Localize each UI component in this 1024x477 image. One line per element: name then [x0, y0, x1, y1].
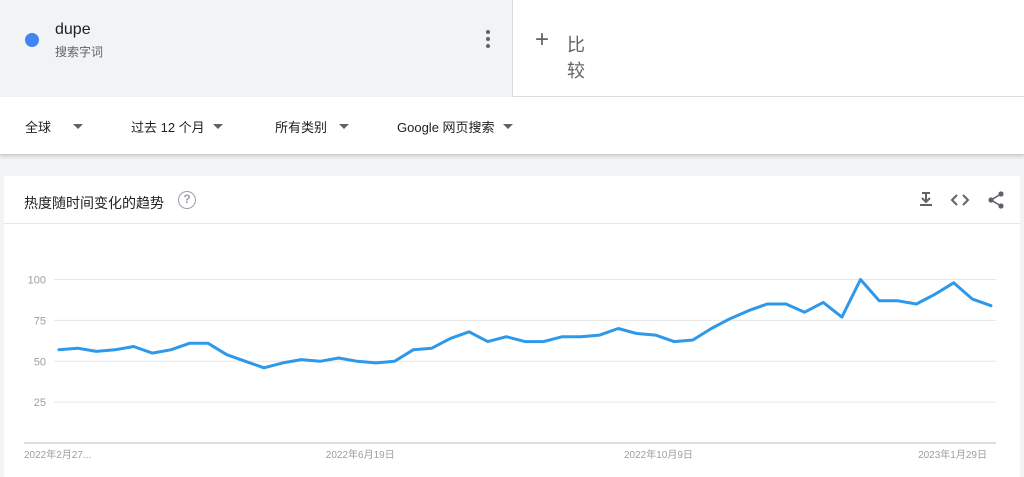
trend-chart[interactable]: 25 50 75 100 2022年2月27... 2022年6月19日 2022年10月… — [4, 224, 1020, 477]
compare-button[interactable]: + 比较 — [513, 0, 1024, 96]
trend-line-dupe — [57, 278, 993, 370]
embed-icon[interactable] — [950, 190, 970, 210]
region-dropdown[interactable]: 全球 — [25, 117, 84, 136]
search-terms-bar: dupe 搜索字词 + 比较 — [0, 0, 1024, 97]
caret-down-icon — [212, 124, 223, 129]
search-type-dropdown-label: Google 网页搜索 — [397, 120, 495, 135]
y-tick-label: 75 — [34, 315, 46, 327]
time-range-dropdown-label: 过去 12 个月 — [131, 120, 205, 135]
caret-down-icon — [73, 124, 84, 129]
caret-down-icon — [502, 124, 513, 129]
panel-header: 热度随时间变化的趋势 ? — [4, 176, 1020, 224]
x-tick-label: 2022年10月9日 — [624, 448, 693, 461]
time-range-dropdown[interactable]: 过去 12 个月 — [131, 117, 223, 136]
x-tick-label: 2022年2月27... — [24, 448, 91, 461]
category-dropdown[interactable]: 所有类别 — [275, 117, 350, 136]
download-icon[interactable] — [916, 190, 936, 210]
x-tick-label: 2023年1月29日 — [918, 448, 987, 461]
caret-down-icon — [339, 124, 350, 129]
share-icon[interactable] — [986, 190, 1006, 210]
search-type-dropdown[interactable]: Google 网页搜索 — [397, 117, 513, 136]
category-dropdown-label: 所有类别 — [275, 120, 328, 135]
y-tick-label: 100 — [28, 275, 46, 287]
y-tick-label: 50 — [34, 356, 46, 368]
plus-icon: + — [535, 26, 550, 53]
region-dropdown-label: 全球 — [25, 120, 52, 135]
y-tick-label: 25 — [34, 397, 46, 409]
x-tick-label: 2022年6月19日 — [326, 448, 395, 461]
panel-title: 热度随时间变化的趋势 — [24, 195, 164, 211]
help-icon[interactable]: ? — [178, 191, 196, 209]
filter-bar: 全球 过去 12 个月 所有类别 Google 网页搜索 — [0, 97, 1024, 155]
compare-label: 比较 — [567, 35, 585, 81]
interest-over-time-panel: 热度随时间变化的趋势 ? 25 50 75 100 2022年2月27... 2022年… — [4, 176, 1020, 477]
